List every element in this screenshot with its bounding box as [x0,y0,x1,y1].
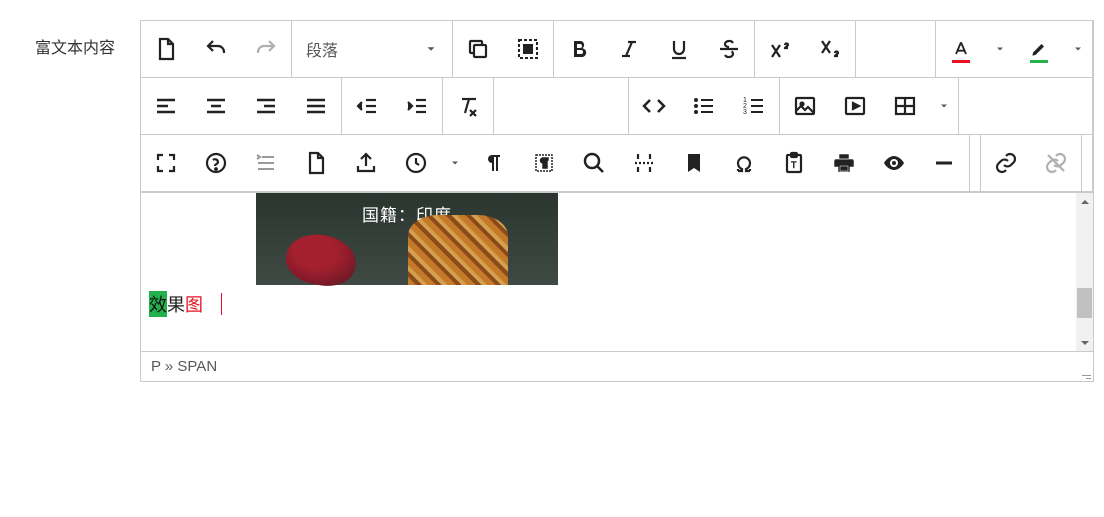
scroll-up-icon[interactable] [1076,193,1093,210]
search-button[interactable] [569,135,619,191]
history-dropdown[interactable] [441,135,469,191]
text-color-button[interactable] [936,21,986,77]
scroll-down-icon[interactable] [1076,334,1093,351]
field-label: 富文本内容 [10,20,140,382]
strikethrough-button[interactable] [704,21,754,77]
align-justify-button[interactable] [291,78,341,134]
paragraph-mark-button[interactable] [469,135,519,191]
format-dropdown-label: 段落 [306,37,338,61]
embedded-image[interactable]: 国籍：印度 [256,193,558,285]
select-all-button[interactable] [503,21,553,77]
code-button[interactable] [629,78,679,134]
bookmark-button[interactable] [669,135,719,191]
page-break-button[interactable] [619,135,669,191]
special-char-button[interactable] [719,135,769,191]
page-button[interactable] [291,135,341,191]
align-right-button[interactable] [241,78,291,134]
video-button[interactable] [830,78,880,134]
svg-text:T: T [791,160,797,170]
paragraph-rtl-button[interactable] [519,135,569,191]
indent-button[interactable] [392,78,442,134]
preview-button[interactable] [869,135,919,191]
horizontal-rule-button[interactable] [919,135,969,191]
print-button[interactable] [819,135,869,191]
upload-button[interactable] [341,135,391,191]
content-text-line[interactable]: 效果图 [141,285,1093,325]
text-caret [221,293,222,315]
table-button[interactable] [880,78,930,134]
text-indent-button[interactable] [241,135,291,191]
red-text: 图 [185,291,203,317]
scrollbar[interactable] [1076,193,1093,351]
align-left-button[interactable] [141,78,191,134]
format-dropdown[interactable]: 段落 [292,21,452,77]
align-center-button[interactable] [191,78,241,134]
rich-text-editor: 段落 [140,20,1094,382]
image-button[interactable] [780,78,830,134]
history-button[interactable] [391,135,441,191]
underline-button[interactable] [654,21,704,77]
unlink-button[interactable] [1031,135,1081,191]
new-document-button[interactable] [141,21,191,77]
highlight-color-button[interactable] [1014,21,1064,77]
redo-button[interactable] [241,21,291,77]
scroll-thumb[interactable] [1077,288,1092,318]
undo-button[interactable] [191,21,241,77]
fullscreen-button[interactable] [141,135,191,191]
numbered-list-button[interactable]: 123 [729,78,779,134]
breadcrumb-text: P » SPAN [151,358,217,375]
copy-button[interactable] [453,21,503,77]
paste-text-button[interactable]: T [769,135,819,191]
bullet-list-button[interactable] [679,78,729,134]
toolbar: 段落 [140,20,1094,192]
svg-text:3: 3 [743,109,747,116]
resize-handle[interactable] [1079,367,1091,379]
table-dropdown[interactable] [930,78,958,134]
content-area[interactable]: 国籍：印度 效果图 [140,192,1094,352]
highlighted-text: 效 [149,291,167,317]
subscript-button[interactable] [805,21,855,77]
italic-button[interactable] [604,21,654,77]
plain-text: 果 [167,291,185,317]
help-button[interactable] [191,135,241,191]
link-button[interactable] [981,135,1031,191]
highlight-color-dropdown[interactable] [1064,21,1092,77]
clear-format-button[interactable] [443,78,493,134]
bold-button[interactable] [554,21,604,77]
breadcrumb[interactable]: P » SPAN [140,352,1094,382]
text-color-dropdown[interactable] [986,21,1014,77]
outdent-button[interactable] [342,78,392,134]
superscript-button[interactable] [755,21,805,77]
